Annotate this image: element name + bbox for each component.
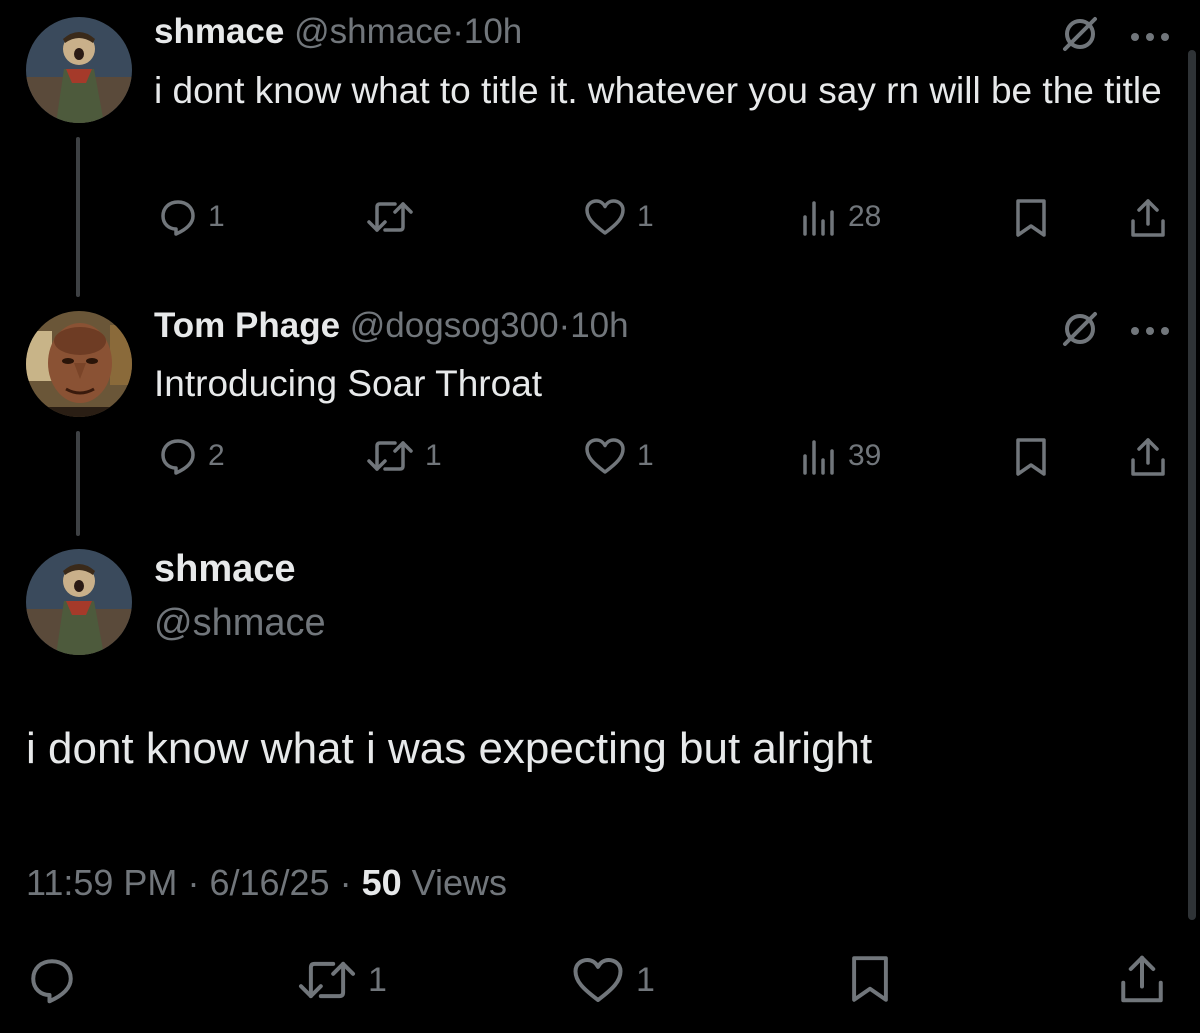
- tweet2-views-button[interactable]: 39: [800, 436, 881, 476]
- avatar-shmace[interactable]: [26, 549, 132, 655]
- tweet2-grok-icon[interactable]: [1060, 309, 1100, 354]
- avatar-tom-phage[interactable]: [26, 311, 132, 417]
- tweet1-like-button[interactable]: 1: [583, 197, 654, 237]
- meta-separator: ·: [187, 862, 200, 903]
- retweet-icon: [298, 961, 356, 999]
- tweet2-views-count: 39: [848, 439, 882, 472]
- main-like-button[interactable]: 1: [570, 955, 655, 1005]
- views-icon: [803, 440, 834, 475]
- tweet2-time[interactable]: 10h: [570, 306, 628, 345]
- share-icon: [1121, 955, 1163, 1003]
- main-like-count: 1: [636, 960, 655, 999]
- main-display-name[interactable]: shmace: [154, 548, 296, 591]
- tweet2-like-button[interactable]: 1: [583, 436, 654, 476]
- main-tweet-date: 6/16/25: [209, 862, 330, 903]
- tweet2-separator: ·: [558, 306, 571, 345]
- tweet2-retweet-button[interactable]: 1: [365, 436, 442, 476]
- heart-icon: [585, 199, 625, 235]
- tweet1-text: i dont know what to title it. whatever y…: [154, 70, 1162, 111]
- share-icon: [1131, 199, 1165, 237]
- tweet1-more-icon[interactable]: [1128, 30, 1172, 48]
- tweet2-bookmark-button[interactable]: [1013, 436, 1049, 478]
- main-tweet-text: i dont know what i was expecting but alr…: [26, 724, 873, 773]
- main-handle[interactable]: @shmace: [154, 602, 326, 645]
- tweet2-reply-count: 2: [208, 439, 225, 472]
- bookmark-icon: [1016, 199, 1046, 237]
- tweet1-display-name[interactable]: shmace: [154, 12, 284, 51]
- retweet-icon: [367, 202, 413, 232]
- main-share-button[interactable]: [1117, 952, 1167, 1006]
- tweet2-reply-button[interactable]: 2: [158, 436, 225, 476]
- reply-icon: [161, 200, 195, 236]
- tweet1-like-count: 1: [637, 200, 654, 233]
- views-icon: [803, 201, 834, 236]
- tweet1-handle[interactable]: @shmace: [294, 12, 452, 51]
- tweet2-share-button[interactable]: [1128, 436, 1168, 478]
- tweet1-views-count: 28: [848, 200, 882, 233]
- tweet2-display-name[interactable]: Tom Phage: [154, 306, 340, 345]
- tweet2-retweet-count: 1: [425, 439, 442, 472]
- tweet1-share-button[interactable]: [1128, 197, 1168, 239]
- tweet1-grok-icon[interactable]: [1060, 14, 1100, 59]
- bookmark-icon: [852, 956, 888, 1002]
- tweet1-time[interactable]: 10h: [464, 12, 522, 51]
- tweet1-reply-count: 1: [208, 200, 225, 233]
- tweet1-bookmark-button[interactable]: [1013, 197, 1049, 239]
- reply-icon: [31, 959, 73, 1004]
- tweet1-header: shmace @shmace·10h: [154, 12, 522, 52]
- meta-separator: ·: [339, 862, 352, 903]
- main-tweet-views-count[interactable]: 50: [362, 862, 402, 903]
- tweet2-text: Introducing Soar Throat: [154, 363, 543, 404]
- tweet2-like-count: 1: [637, 439, 654, 472]
- tweet2-more-icon[interactable]: [1128, 324, 1172, 342]
- main-tweet-views-label[interactable]: Views: [412, 862, 507, 903]
- main-reply-button[interactable]: [26, 955, 78, 1005]
- bookmark-icon: [1016, 438, 1046, 476]
- tweet2-handle[interactable]: @dogsog300: [350, 306, 559, 345]
- tweet1-retweet-button[interactable]: [365, 197, 425, 237]
- reply-icon: [161, 439, 195, 475]
- main-tweet-meta: 11:59 PM · 6/16/25 · 50 Views: [26, 862, 507, 904]
- tweet1-reply-button[interactable]: 1: [158, 197, 225, 237]
- thread-connector-line: [76, 431, 80, 536]
- main-retweet-count: 1: [368, 960, 387, 999]
- main-bookmark-button[interactable]: [848, 952, 892, 1006]
- thread-connector-line: [76, 137, 80, 297]
- heart-icon: [573, 958, 623, 1002]
- scrollbar[interactable]: [1188, 50, 1196, 920]
- tweet1-views-button[interactable]: 28: [800, 197, 881, 237]
- main-retweet-button[interactable]: 1: [296, 955, 387, 1005]
- main-tweet-time: 11:59 PM: [26, 862, 178, 903]
- tweet2-header: Tom Phage @dogsog300·10h: [154, 306, 629, 346]
- retweet-icon: [367, 441, 413, 471]
- avatar-shmace[interactable]: [26, 17, 132, 123]
- heart-icon: [585, 438, 625, 474]
- tweet1-separator: ·: [452, 12, 464, 51]
- share-icon: [1131, 438, 1165, 476]
